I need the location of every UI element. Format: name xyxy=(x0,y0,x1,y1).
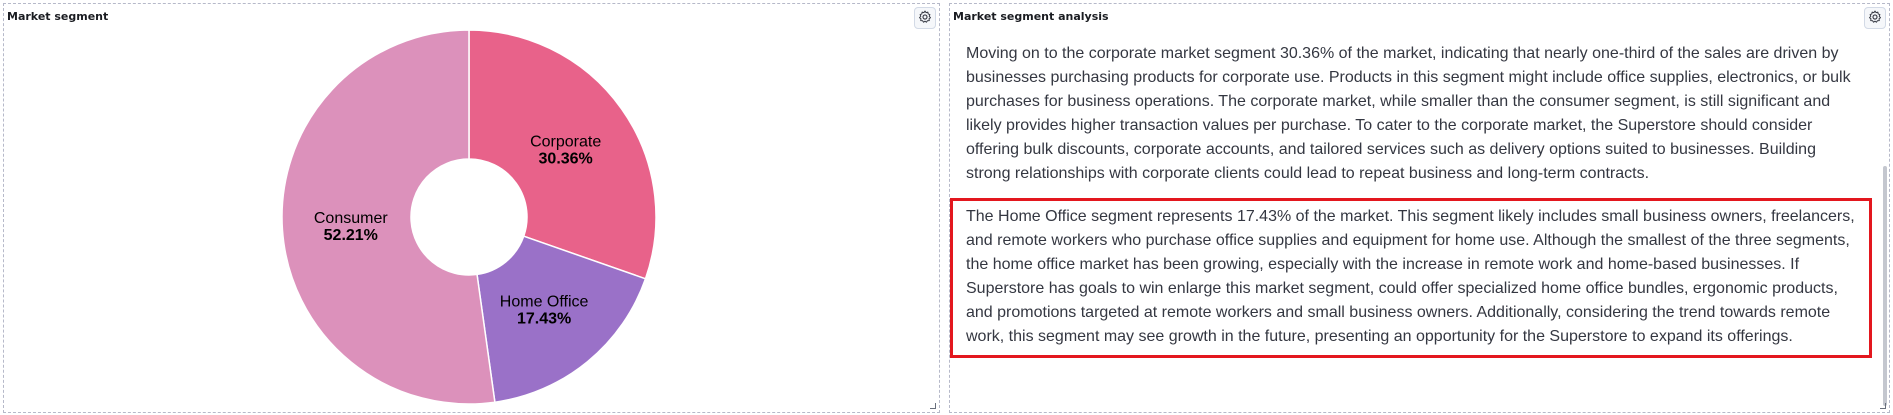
gear-icon xyxy=(1868,9,1882,28)
analysis-paragraph-corporate: Moving on to the corporate market segmen… xyxy=(966,45,1851,182)
slice-label: Corporate xyxy=(530,133,601,150)
slice-label: Consumer xyxy=(314,210,388,227)
resize-handle[interactable] xyxy=(1880,403,1886,409)
donut-chart: Corporate30.36% Home Office17.43% Consumer… xyxy=(281,29,657,405)
scrollbar[interactable] xyxy=(1883,166,1887,406)
panel-settings-button[interactable] xyxy=(1864,7,1886,29)
market-segment-panel: Market segment Corporate 30.36% Home Offic… xyxy=(3,3,940,413)
slice-value-label: 17.43% xyxy=(517,311,571,328)
slice-label: Home Office xyxy=(500,294,589,311)
market-segment-analysis-panel: Market segment analysis Moving on to the… xyxy=(949,3,1890,413)
slice-value-label: 52.21% xyxy=(324,227,378,244)
slice-value-label: 30.36% xyxy=(539,150,593,167)
resize-handle[interactable] xyxy=(930,403,936,409)
analysis-paragraph-home-office: The Home Office segment represents 17.43… xyxy=(950,198,1872,358)
panel-title: Market segment analysis xyxy=(953,10,1109,23)
analysis-text: Moving on to the corporate market segmen… xyxy=(950,42,1872,358)
